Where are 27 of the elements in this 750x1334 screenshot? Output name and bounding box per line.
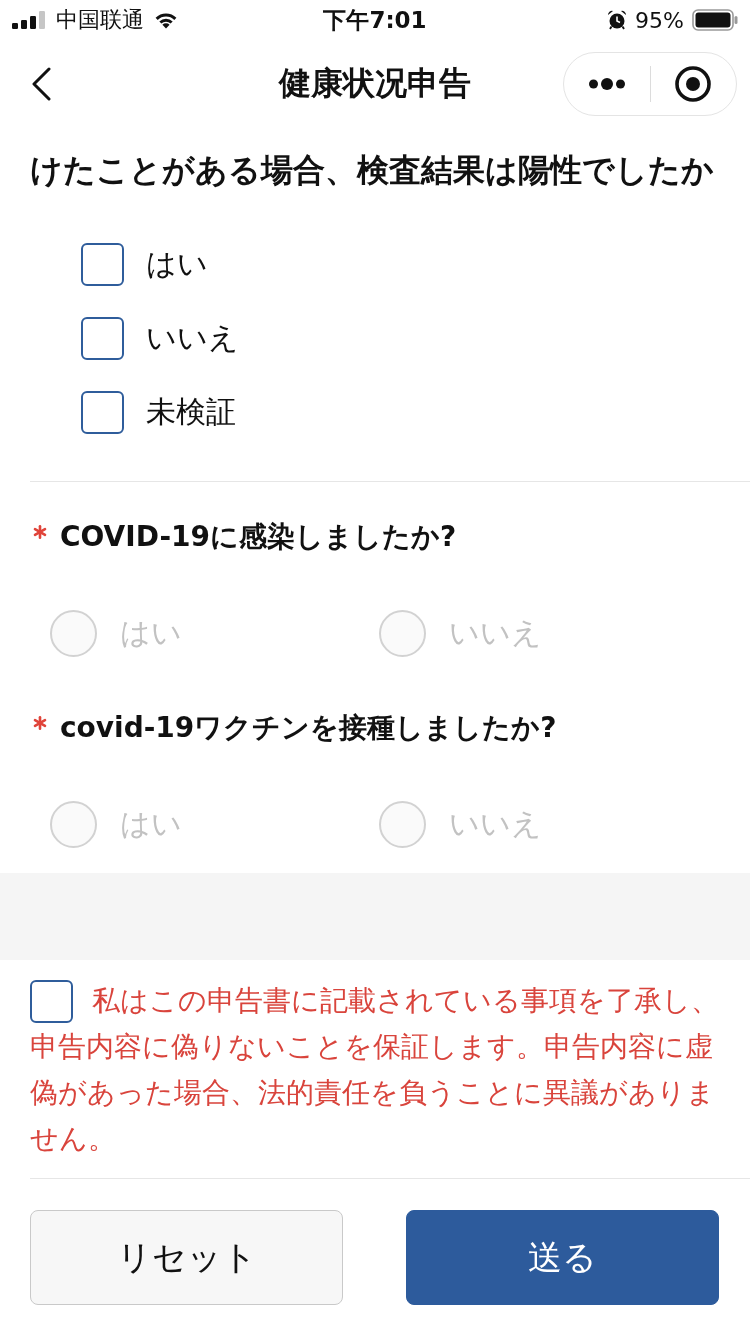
page-title: 健康状况申告: [279, 64, 471, 102]
option-label: はい: [120, 614, 182, 652]
option-label: いいえ: [449, 614, 542, 652]
carrier-name: 中国联通: [56, 6, 144, 34]
wifi-icon: [154, 11, 178, 29]
battery-icon: [692, 9, 738, 31]
circle-dot-icon[interactable]: [675, 66, 712, 102]
consent-checkbox[interactable]: 私はこの申告書に記載されている事項を了承し、申告内容に偽りないことを保証します。申告内容に虚偽があった場合、法的責任を負うことに異議がありません。: [30, 978, 720, 1162]
option-label: いいえ: [449, 805, 542, 843]
checkbox[interactable]: [81, 242, 124, 286]
battery-percentage: 95%: [635, 7, 684, 33]
reset-button[interactable]: リセット: [30, 1210, 343, 1305]
question-text: COVID-19に感染しましたか?: [60, 519, 457, 555]
option-label: はい: [146, 245, 208, 283]
submit-button[interactable]: 送る: [406, 1210, 719, 1305]
more-icon[interactable]: [588, 78, 625, 90]
question-text: けたことがある場合、検査結果は陽性でしたか: [30, 150, 714, 191]
alarm-clock-icon: [607, 10, 628, 30]
option-label: 未検証: [146, 393, 236, 431]
checkbox[interactable]: [81, 316, 124, 360]
signal-icon: [12, 11, 46, 29]
option-label: はい: [120, 805, 182, 843]
question-text: covid-19ワクチンを接種しましたか?: [60, 710, 557, 746]
clock-time: 下午7:01: [323, 6, 427, 33]
checkbox[interactable]: [81, 390, 124, 434]
option-label: いいえ: [146, 319, 239, 357]
back-icon[interactable]: [31, 67, 51, 101]
